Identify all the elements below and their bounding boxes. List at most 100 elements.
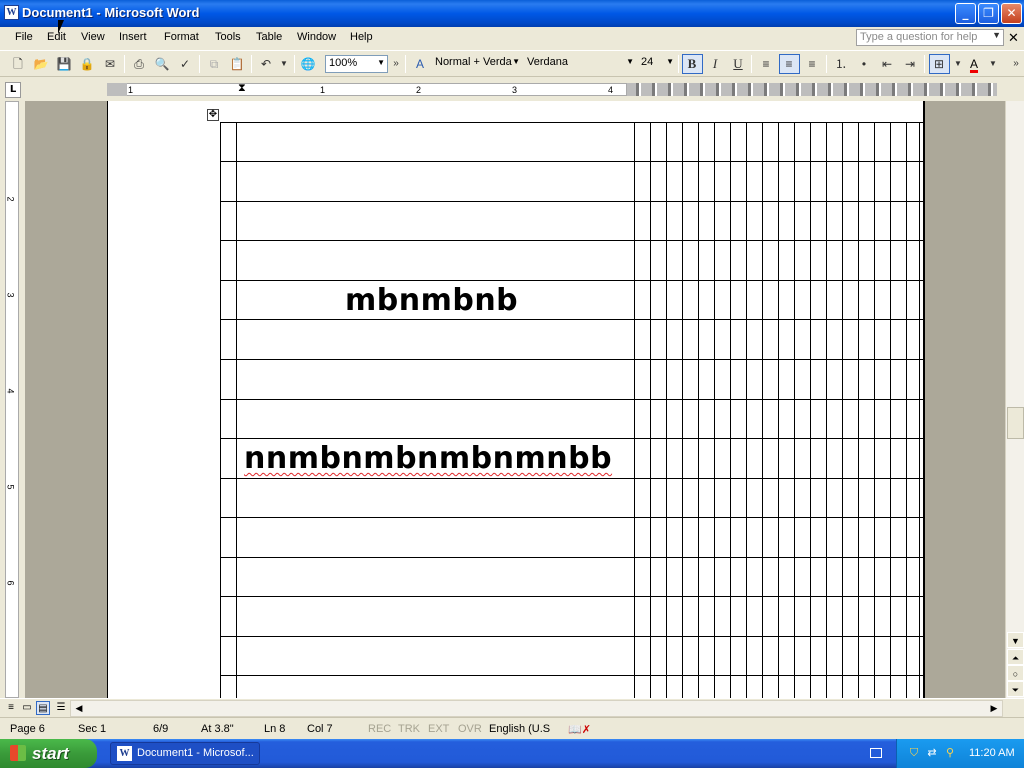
document-area[interactable]: ✥ mbnmbnb nnmbnmbnmbnmnbb — [25, 101, 1005, 698]
clock[interactable]: 11:20 AM — [969, 747, 1015, 759]
table-row-border — [221, 161, 925, 162]
next-page-icon[interactable]: ⏷ — [1007, 681, 1024, 697]
increase-indent-icon[interactable]: ⇥ — [902, 56, 918, 72]
styles-icon[interactable]: A — [412, 56, 428, 72]
cell-text-misspelled[interactable]: nnmbnmbnmbnmnbb — [244, 441, 612, 476]
style-select[interactable]: Normal + Verda ▼ — [432, 55, 522, 73]
select-browse-object-icon[interactable]: ○ — [1007, 665, 1024, 681]
permission-icon[interactable]: 🔒 — [79, 56, 95, 72]
align-right-icon[interactable]: ≡ — [804, 56, 820, 72]
close-button[interactable]: ✕ — [1001, 3, 1022, 24]
menu-help[interactable]: Help — [350, 31, 373, 43]
chevron-down-icon[interactable]: ▼ — [992, 30, 1001, 40]
menu-window[interactable]: Window — [297, 31, 336, 43]
print-icon[interactable]: ⎙ — [131, 56, 147, 72]
indent-marker[interactable]: ⧗ — [238, 82, 246, 95]
menu-format[interactable]: Format — [164, 31, 199, 43]
menu-file[interactable]: File — [15, 31, 33, 43]
copy-icon[interactable]: ⧉ — [206, 56, 222, 72]
undo-icon[interactable]: ↶ — [258, 56, 274, 72]
menu-tools[interactable]: Tools — [215, 31, 241, 43]
table-row-border — [221, 399, 925, 400]
print-preview-icon[interactable]: 🔍 — [154, 56, 170, 72]
menu-view[interactable]: View — [81, 31, 105, 43]
bold-button[interactable]: B — [684, 56, 700, 72]
toolbar-options-icon[interactable]: » — [388, 56, 404, 72]
search-icon[interactable]: ⚲ — [943, 746, 957, 760]
toolbar: 🗋 📂 💾 🔒 ✉ ⎙ 🔍 ✓ ⧉ 📋 ↶ ▼ 🌐 100% ▼ » A Norm… — [0, 50, 1024, 77]
tab-selector[interactable]: L — [5, 82, 21, 98]
toolbar-separator — [199, 55, 200, 73]
borders-dropdown-icon[interactable]: ▼ — [950, 56, 966, 72]
table-col-border — [778, 123, 779, 698]
table-row-border — [221, 557, 925, 558]
scroll-down-icon[interactable]: ▼ — [1007, 632, 1024, 648]
zoom-select[interactable]: 100% ▼ — [325, 55, 388, 73]
font-color-dropdown-icon[interactable]: ▼ — [985, 56, 1001, 72]
table-col-border — [842, 123, 843, 698]
horizontal-scrollbar[interactable]: ◀ ▶ — [70, 700, 1003, 717]
cell-text[interactable]: mbnmbnb — [345, 283, 518, 318]
decrease-indent-icon[interactable]: ⇤ — [879, 56, 895, 72]
document-table[interactable]: mbnmbnb nnmbnmbnmbnmnbb — [220, 122, 925, 698]
undo-dropdown-icon[interactable]: ▼ — [276, 56, 292, 72]
table-col-border — [634, 123, 635, 698]
table-move-handle-icon[interactable]: ✥ — [207, 109, 219, 121]
normal-view-icon[interactable]: ≡ — [4, 701, 18, 715]
toolbar-options-icon[interactable]: » — [1008, 56, 1024, 72]
font-size-select[interactable]: 24 ▼ — [638, 55, 676, 73]
ruler-number: 3 — [512, 85, 518, 95]
status-ovr[interactable]: OVR — [458, 723, 482, 735]
scroll-right-icon[interactable]: ▶ — [986, 701, 1002, 716]
minimize-button[interactable]: _ — [955, 3, 976, 24]
research-icon[interactable]: 🌐 — [300, 56, 316, 72]
paste-icon[interactable]: 📋 — [229, 56, 245, 72]
horizontal-ruler[interactable]: 1 1 2 3 4 ⧗ — [107, 82, 627, 96]
email-icon[interactable]: ✉ — [102, 56, 118, 72]
document-close-icon[interactable]: ✕ — [1008, 30, 1019, 46]
menu-table[interactable]: Table — [256, 31, 282, 43]
status-rec[interactable]: REC — [368, 723, 391, 735]
ruler-margin — [107, 83, 127, 96]
restore-button[interactable]: ❐ — [978, 3, 999, 24]
font-select[interactable]: Verdana ▼ — [524, 55, 636, 73]
table-col-border — [698, 123, 699, 698]
previous-page-icon[interactable]: ⏶ — [1007, 649, 1024, 665]
taskbar-button-word[interactable]: W Document1 - Microsof... — [110, 742, 260, 765]
title-bar: W Document1 - Microsoft Word _ ❐ ✕ — [0, 0, 1024, 27]
spelling-icon[interactable]: ✓ — [177, 56, 193, 72]
outline-view-icon[interactable]: ☰ — [54, 701, 68, 715]
table-col-border — [874, 123, 875, 698]
center-icon[interactable]: ≡ — [781, 56, 797, 72]
status-ext[interactable]: EXT — [428, 723, 449, 735]
start-button[interactable]: start — [0, 739, 97, 768]
word-app-icon[interactable]: W — [4, 5, 19, 20]
document-page[interactable]: ✥ mbnmbnb nnmbnmbnmbnmnbb — [107, 101, 925, 698]
save-icon[interactable]: 💾 — [56, 56, 72, 72]
web-layout-view-icon[interactable]: ▭ — [20, 701, 34, 715]
security-shield-icon[interactable]: ⛉ — [907, 746, 921, 760]
scroll-left-icon[interactable]: ◀ — [71, 701, 87, 716]
keyboard-icon[interactable] — [870, 748, 882, 758]
help-search-input[interactable]: Type a question for help ▼ — [856, 29, 1004, 46]
font-color-icon[interactable]: A — [966, 56, 982, 72]
print-layout-view-icon[interactable]: ▤ — [36, 701, 50, 715]
numbering-icon[interactable]: ⒈ — [833, 56, 849, 72]
ruler-column-markers[interactable] — [627, 83, 997, 96]
bullets-icon[interactable]: • — [856, 56, 872, 72]
toolbar-separator — [924, 55, 925, 73]
underline-button[interactable]: U — [730, 56, 746, 72]
scroll-thumb[interactable] — [1007, 407, 1024, 439]
chevron-down-icon: ▼ — [626, 57, 634, 66]
align-left-icon[interactable]: ≡ — [758, 56, 774, 72]
new-icon[interactable]: 🗋 — [10, 56, 26, 72]
borders-icon[interactable]: ⊞ — [931, 56, 947, 72]
vertical-scrollbar[interactable]: ▼ ⏶ ○ ⏷ — [1005, 101, 1024, 698]
spelling-status-icon[interactable]: 📖✗ — [568, 723, 591, 736]
menu-insert[interactable]: Insert — [119, 31, 147, 43]
open-icon[interactable]: 📂 — [33, 56, 49, 72]
status-trk[interactable]: TRK — [398, 723, 420, 735]
italic-button[interactable]: I — [707, 56, 723, 72]
network-icon[interactable]: ⇄ — [925, 746, 939, 760]
vertical-ruler[interactable]: 2 3 4 5 6 — [5, 101, 19, 698]
